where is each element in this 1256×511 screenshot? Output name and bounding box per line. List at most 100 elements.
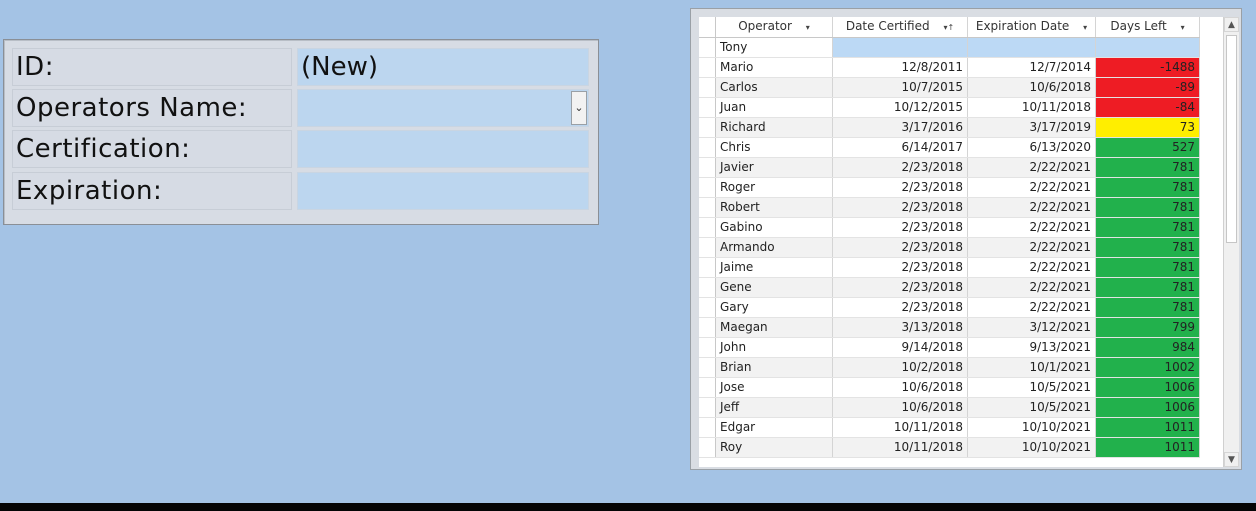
record-selector[interactable] (699, 297, 716, 318)
cell-days-left[interactable]: 1006 (1095, 377, 1200, 398)
record-selector[interactable] (699, 197, 716, 218)
cell-date-certified[interactable] (832, 37, 968, 58)
cell-expiration-date[interactable]: 10/10/2021 (967, 437, 1096, 458)
cell-expiration-date[interactable]: 10/6/2018 (967, 77, 1096, 98)
cell-operator[interactable]: Jaime (715, 257, 833, 278)
cell-expiration-date[interactable]: 2/22/2021 (967, 157, 1096, 178)
table-row[interactable]: Gary 2/23/2018 2/22/2021 781 (699, 297, 1200, 318)
cell-date-certified[interactable]: 10/11/2018 (832, 437, 968, 458)
table-row[interactable]: Javier 2/23/2018 2/22/2021 781 (699, 157, 1200, 178)
table-row[interactable]: Carlos 10/7/2015 10/6/2018 -89 (699, 77, 1200, 98)
cell-expiration-date[interactable]: 2/22/2021 (967, 197, 1096, 218)
cell-operator[interactable]: Gene (715, 277, 833, 298)
cell-days-left[interactable]: 1011 (1095, 437, 1200, 458)
cell-date-certified[interactable]: 9/14/2018 (832, 337, 968, 358)
cell-expiration-date[interactable]: 10/5/2021 (967, 397, 1096, 418)
cell-date-certified[interactable]: 6/14/2017 (832, 137, 968, 158)
cell-days-left[interactable]: 781 (1095, 197, 1200, 218)
chevron-down-icon[interactable]: ⌄ (571, 91, 587, 125)
cell-operator[interactable]: Gary (715, 297, 833, 318)
cell-expiration-date[interactable]: 10/1/2021 (967, 357, 1096, 378)
record-selector[interactable] (699, 217, 716, 238)
cell-operator[interactable]: Gabino (715, 217, 833, 238)
cell-operator[interactable]: Richard (715, 117, 833, 138)
filter-dropdown-icon[interactable]: ▾ (1083, 23, 1087, 32)
cell-operator[interactable]: Carlos (715, 77, 833, 98)
record-selector[interactable] (699, 317, 716, 338)
cell-days-left[interactable]: 781 (1095, 297, 1200, 318)
cell-days-left[interactable]: 1002 (1095, 357, 1200, 378)
cell-operator[interactable]: Edgar (715, 417, 833, 438)
table-row[interactable]: John 9/14/2018 9/13/2021 984 (699, 337, 1200, 358)
cell-date-certified[interactable]: 10/11/2018 (832, 417, 968, 438)
record-selector[interactable] (699, 337, 716, 358)
cell-operator[interactable]: Tony (715, 37, 833, 58)
cell-date-certified[interactable]: 10/7/2015 (832, 77, 968, 98)
cell-days-left[interactable]: 527 (1095, 137, 1200, 158)
cell-date-certified[interactable]: 10/2/2018 (832, 357, 968, 378)
record-selector[interactable] (699, 377, 716, 398)
cell-date-certified[interactable]: 2/23/2018 (832, 177, 968, 198)
cell-expiration-date[interactable]: 6/13/2020 (967, 137, 1096, 158)
cell-days-left[interactable] (1095, 37, 1200, 58)
cell-expiration-date[interactable] (967, 37, 1096, 58)
record-selector[interactable] (699, 237, 716, 258)
cell-date-certified[interactable]: 3/17/2016 (832, 117, 968, 138)
table-row[interactable]: Juan 10/12/2015 10/11/2018 -84 (699, 97, 1200, 118)
table-row[interactable]: Roy 10/11/2018 10/10/2021 1011 (699, 437, 1200, 458)
table-row[interactable]: Robert 2/23/2018 2/22/2021 781 (699, 197, 1200, 218)
record-selector[interactable] (699, 117, 716, 138)
cell-operator[interactable]: Jeff (715, 397, 833, 418)
cell-expiration-date[interactable]: 2/22/2021 (967, 177, 1096, 198)
cell-days-left[interactable]: -1488 (1095, 57, 1200, 78)
cell-days-left[interactable]: 781 (1095, 217, 1200, 238)
cell-days-left[interactable]: -89 (1095, 77, 1200, 98)
cell-operator[interactable]: Chris (715, 137, 833, 158)
record-selector[interactable] (699, 37, 716, 58)
cell-date-certified[interactable]: 2/23/2018 (832, 297, 968, 318)
column-header-days-left[interactable]: Days Left ▾ (1095, 17, 1200, 38)
record-selector[interactable] (699, 137, 716, 158)
table-row[interactable]: Jose 10/6/2018 10/5/2021 1006 (699, 377, 1200, 398)
table-row[interactable]: Gene 2/23/2018 2/22/2021 781 (699, 277, 1200, 298)
record-selector[interactable] (699, 57, 716, 78)
cell-date-certified[interactable]: 10/6/2018 (832, 397, 968, 418)
table-row[interactable]: Brian 10/2/2018 10/1/2021 1002 (699, 357, 1200, 378)
cell-days-left[interactable]: -84 (1095, 97, 1200, 118)
record-selector[interactable] (699, 157, 716, 178)
cell-date-certified[interactable]: 10/12/2015 (832, 97, 968, 118)
cell-days-left[interactable]: 781 (1095, 177, 1200, 198)
column-header-date-certified[interactable]: Date Certified ▾↑ (832, 17, 968, 38)
cell-operator[interactable]: John (715, 337, 833, 358)
cell-date-certified[interactable]: 2/23/2018 (832, 257, 968, 278)
cell-expiration-date[interactable]: 10/10/2021 (967, 417, 1096, 438)
scroll-thumb[interactable] (1226, 35, 1237, 243)
cell-expiration-date[interactable]: 9/13/2021 (967, 337, 1096, 358)
table-row[interactable]: Roger 2/23/2018 2/22/2021 781 (699, 177, 1200, 198)
cell-date-certified[interactable]: 3/13/2018 (832, 317, 968, 338)
cell-expiration-date[interactable]: 2/22/2021 (967, 277, 1096, 298)
cell-expiration-date[interactable]: 3/17/2019 (967, 117, 1096, 138)
cell-date-certified[interactable]: 12/8/2011 (832, 57, 968, 78)
cell-operator[interactable]: Mario (715, 57, 833, 78)
cell-expiration-date[interactable]: 2/22/2021 (967, 237, 1096, 258)
vertical-scrollbar[interactable]: ▲ ▼ (1223, 17, 1239, 467)
select-all-corner[interactable] (699, 17, 716, 38)
record-selector[interactable] (699, 177, 716, 198)
sort-ascending-icon[interactable]: ▾↑ (943, 23, 954, 32)
cell-days-left[interactable]: 73 (1095, 117, 1200, 138)
operators-name-combo[interactable]: ⌄ (297, 89, 589, 127)
scroll-up-icon[interactable]: ▲ (1224, 17, 1239, 32)
cell-expiration-date[interactable]: 3/12/2021 (967, 317, 1096, 338)
cell-days-left[interactable]: 781 (1095, 277, 1200, 298)
record-selector[interactable] (699, 257, 716, 278)
cell-date-certified[interactable]: 2/23/2018 (832, 197, 968, 218)
cell-expiration-date[interactable]: 2/22/2021 (967, 217, 1096, 238)
cell-operator[interactable]: Jose (715, 377, 833, 398)
record-selector[interactable] (699, 97, 716, 118)
cell-date-certified[interactable]: 2/23/2018 (832, 237, 968, 258)
cell-operator[interactable]: Javier (715, 157, 833, 178)
cell-date-certified[interactable]: 2/23/2018 (832, 277, 968, 298)
cell-expiration-date[interactable]: 2/22/2021 (967, 257, 1096, 278)
column-header-expiration-date[interactable]: Expiration Date ▾ (967, 17, 1096, 38)
